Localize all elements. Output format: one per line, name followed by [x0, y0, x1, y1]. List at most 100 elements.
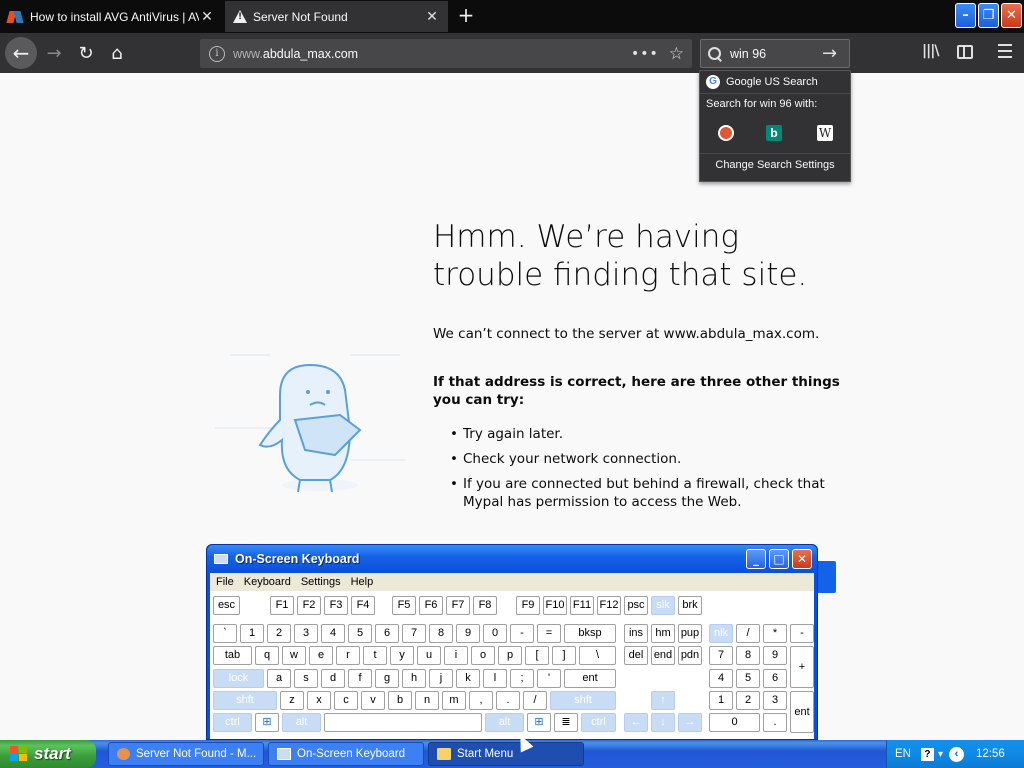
tray-menu-arrow-icon[interactable]: ▾ — [938, 749, 943, 760]
url-bar[interactable]: i www.abdula_max.com ••• ☆ — [200, 39, 692, 68]
key-f4[interactable]: F4 — [351, 596, 375, 615]
key-symbol[interactable]: ↑ — [651, 691, 675, 710]
key-ent[interactable]: ent — [564, 669, 616, 688]
osk-titlebar[interactable]: On-Screen Keyboard _ □ ✕ — [207, 545, 817, 573]
key-b[interactable]: b — [388, 691, 412, 710]
minimize-button[interactable]: – — [955, 3, 976, 28]
key-symbol[interactable]: / — [523, 691, 547, 710]
key-ins[interactable]: ins — [624, 624, 648, 643]
key-symbol[interactable]: [ — [525, 646, 549, 665]
search-bar[interactable]: → — [700, 39, 850, 68]
osk-close-button[interactable]: ✕ — [792, 549, 812, 569]
site-info-icon[interactable]: i — [209, 45, 225, 62]
key-f3[interactable]: F3 — [324, 596, 348, 615]
key-1[interactable]: 1 — [240, 624, 264, 643]
key-j[interactable]: j — [429, 669, 453, 688]
bookmark-star-icon[interactable]: ☆ — [669, 44, 684, 64]
menu-help[interactable]: Help — [351, 576, 374, 588]
restore-button[interactable]: ❐ — [978, 3, 999, 28]
key-p[interactable]: p — [498, 646, 522, 665]
key-pdn[interactable]: pdn — [678, 646, 702, 665]
home-button[interactable]: ⌂ — [103, 39, 131, 67]
key-symbol[interactable]: → — [678, 713, 702, 732]
help-icon[interactable]: ? — [920, 747, 934, 761]
key-f5[interactable]: F5 — [392, 596, 416, 615]
key-9[interactable]: 9 — [763, 646, 787, 665]
try-again-button-edge[interactable] — [818, 561, 836, 593]
key-f6[interactable]: F6 — [419, 596, 443, 615]
key-shft[interactable]: shft — [550, 691, 616, 710]
key-slk[interactable]: slk — [651, 596, 675, 615]
key-symbol[interactable]: ` — [213, 624, 237, 643]
key-f7[interactable]: F7 — [446, 596, 470, 615]
key-symbol[interactable]: , — [469, 691, 493, 710]
key-3[interactable]: 3 — [763, 691, 787, 710]
key-symbol[interactable]: + — [790, 646, 814, 688]
key-symbol[interactable]: . — [496, 691, 520, 710]
key-t[interactable]: t — [363, 646, 387, 665]
key-bksp[interactable]: bksp — [564, 624, 616, 643]
key-symbol[interactable]: - — [510, 624, 534, 643]
key-psc[interactable]: psc — [624, 596, 648, 615]
key-i[interactable]: i — [444, 646, 468, 665]
key-symbol[interactable]: ] — [552, 646, 576, 665]
key-m[interactable]: m — [442, 691, 466, 710]
key-v[interactable]: v — [361, 691, 385, 710]
key-symbol[interactable]: / — [736, 624, 760, 643]
show-hidden-icons-chevron-icon[interactable]: ‹ — [949, 746, 965, 762]
osk-maximize-button[interactable]: □ — [769, 549, 789, 569]
key-d[interactable]: d — [321, 669, 345, 688]
tab-avg[interactable]: How to install AVG AntiVirus | AVG ✕ — [0, 1, 223, 32]
key-f9[interactable]: F9 — [516, 596, 540, 615]
key-f1[interactable]: F1 — [270, 596, 294, 615]
search-input[interactable] — [730, 46, 820, 61]
key-x[interactable]: x — [307, 691, 331, 710]
taskbar-item-osk[interactable]: On-Screen Keyboard — [268, 742, 424, 766]
search-go-arrow-icon[interactable]: → — [822, 43, 837, 64]
key-symbol[interactable]: ' — [537, 669, 561, 688]
new-tab-button[interactable]: + — [455, 4, 477, 28]
change-search-settings-button[interactable]: Change Search Settings — [700, 159, 850, 171]
key-6[interactable]: 6 — [763, 669, 787, 688]
key-2[interactable]: 2 — [736, 691, 760, 710]
key-w[interactable]: w — [282, 646, 306, 665]
forward-button[interactable]: → — [40, 39, 68, 67]
menu-file[interactable]: File — [216, 576, 234, 588]
key-c[interactable]: c — [334, 691, 358, 710]
key-8[interactable]: 8 — [736, 646, 760, 665]
key-n[interactable]: n — [415, 691, 439, 710]
key-9[interactable]: 9 — [456, 624, 480, 643]
key-ctrl[interactable]: ctrl — [581, 713, 616, 732]
key-symbol[interactable]: * — [763, 624, 787, 643]
key-ctrl[interactable]: ctrl — [213, 713, 252, 732]
key-symbol[interactable]: . — [763, 713, 787, 732]
key-f8[interactable]: F8 — [473, 596, 497, 615]
key-g[interactable]: g — [375, 669, 399, 688]
key-shft[interactable]: shft — [213, 691, 277, 710]
key-y[interactable]: y — [390, 646, 414, 665]
key-pup[interactable]: pup — [678, 624, 702, 643]
menu-settings[interactable]: Settings — [301, 576, 341, 588]
page-actions-button[interactable]: ••• — [631, 46, 659, 62]
start-button[interactable]: start — [0, 740, 96, 768]
key-f2[interactable]: F2 — [297, 596, 321, 615]
close-window-button[interactable]: ✕ — [1001, 3, 1022, 28]
key-h[interactable]: h — [402, 669, 426, 688]
url-text[interactable]: www.abdula_max.com — [233, 47, 631, 61]
key-4[interactable]: 4 — [709, 669, 733, 688]
tab-close-icon[interactable]: ✕ — [424, 9, 440, 25]
key-f11[interactable]: F11 — [570, 596, 594, 615]
key-s[interactable]: s — [294, 669, 318, 688]
key-end[interactable]: end — [651, 646, 675, 665]
key-e[interactable]: e — [309, 646, 333, 665]
google-search-option[interactable]: G Google US Search — [706, 74, 818, 90]
key-3[interactable]: 3 — [294, 624, 318, 643]
key-q[interactable]: q — [255, 646, 279, 665]
tab-server-not-found[interactable]: Server Not Found ✕ — [225, 1, 448, 32]
tab-close-icon[interactable]: ✕ — [199, 9, 215, 25]
sidebar-icon[interactable] — [957, 45, 973, 59]
key-4[interactable]: 4 — [321, 624, 345, 643]
key-brk[interactable]: brk — [678, 596, 702, 615]
key-f[interactable]: f — [348, 669, 372, 688]
key-symbol[interactable]: = — [537, 624, 561, 643]
